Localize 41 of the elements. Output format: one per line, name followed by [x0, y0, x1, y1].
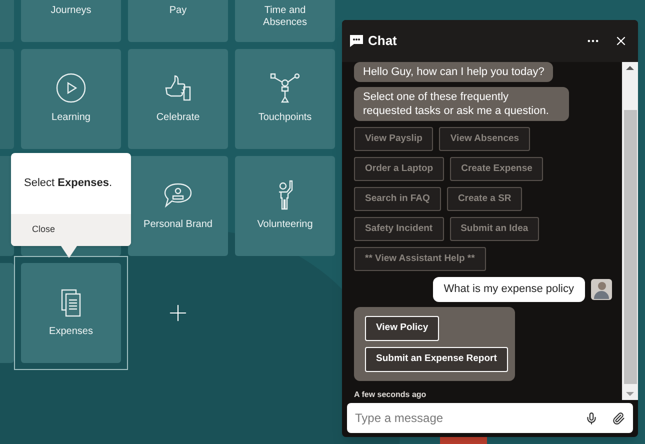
quick-reply-button[interactable]: Safety Incident: [354, 217, 444, 241]
app-tile[interactable]: Learning: [21, 49, 121, 149]
app-tile[interactable]: Pay: [128, 0, 228, 42]
bot-message: Hello Guy, how can I help you today?: [354, 62, 554, 82]
app-tile[interactable]: Celebrate: [128, 49, 228, 149]
message-field[interactable]: Type a message: [347, 403, 633, 433]
quick-reply-button[interactable]: Submit an Idea: [450, 217, 540, 241]
avatar-silhouette: [591, 278, 612, 300]
quick-reply-button[interactable]: View Absences: [439, 127, 530, 151]
close-link[interactable]: Close: [32, 223, 56, 237]
quick-reply-button[interactable]: Create Expense: [450, 157, 544, 181]
quick-reply-button[interactable]: View Payslip: [354, 127, 434, 151]
quick-reply-button[interactable]: Order a Laptop: [354, 157, 444, 181]
user-message: What is my expense policy: [432, 277, 585, 302]
action-button[interactable]: View Policy: [365, 316, 440, 340]
app-tile[interactable]: Expenses: [21, 263, 121, 363]
bot-message: Select one of these frequently requested tasks or ask me a question.: [354, 87, 569, 121]
person-speech-bubble-icon: [163, 182, 193, 210]
chat-title: Chat: [368, 32, 397, 50]
chat-bubble-icon: [350, 35, 363, 47]
thumbs-up-icon: [164, 75, 192, 103]
app-tile[interactable]: Time and Absences: [235, 0, 335, 42]
timestamp: A few seconds ago: [354, 388, 428, 400]
app-tile[interactable]: Volunteering: [235, 156, 335, 256]
documents-icon: [61, 289, 81, 317]
people-network-icon: [270, 73, 300, 103]
quick-reply-button[interactable]: ** View Assistant Help **: [354, 247, 486, 271]
action-button[interactable]: Submit an Expense Report: [365, 346, 508, 372]
tab-edge: [440, 437, 487, 444]
scrollbar[interactable]: [622, 62, 638, 400]
app-tile[interactable]: Touchpoints: [235, 49, 335, 149]
quick-reply-button[interactable]: Create a SR: [446, 187, 522, 211]
quick-reply-button[interactable]: Search in FAQ: [354, 187, 441, 211]
popover-text: Select Expenses.: [24, 176, 112, 192]
app-tile[interactable]: Personal Brand: [128, 156, 228, 256]
play-circle-icon: [56, 73, 86, 103]
message-input[interactable]: Type a message: [355, 409, 585, 427]
microphone-icon[interactable]: [585, 412, 598, 424]
app-tile[interactable]: Journeys: [21, 0, 121, 42]
paperclip-icon[interactable]: [612, 412, 625, 424]
close-icon[interactable]: [614, 34, 628, 48]
